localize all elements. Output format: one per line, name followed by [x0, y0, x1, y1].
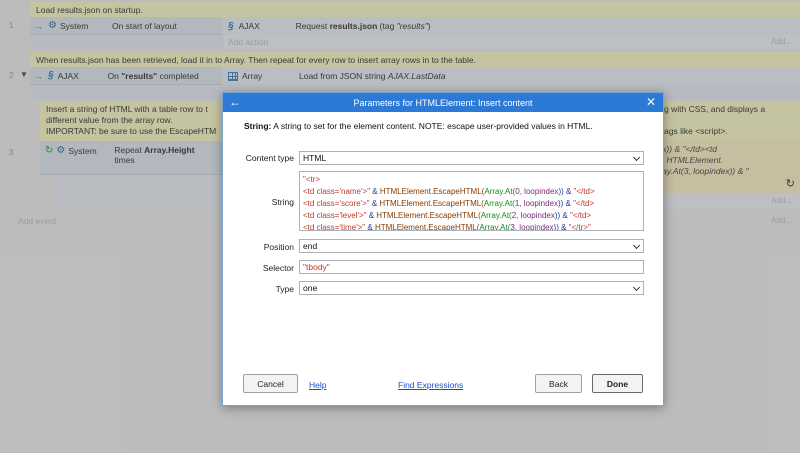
- position-value: end: [303, 241, 318, 251]
- done-button[interactable]: Done: [592, 374, 643, 393]
- position-label: Position: [263, 242, 294, 252]
- content-type-value: HTML: [303, 153, 327, 163]
- find-expressions-link[interactable]: Find Expressions: [398, 380, 463, 390]
- code-line-5: <td class='time'>" & HTMLElement.EscapeH…: [303, 223, 591, 231]
- selector-label: Selector: [262, 263, 294, 273]
- content-type-label: Content type: [245, 153, 294, 163]
- code-line-3: <td class='score'>" & HTMLElement.Escape…: [303, 199, 595, 208]
- back-arrow-icon[interactable]: ←: [229, 95, 241, 109]
- position-select[interactable]: end: [299, 239, 644, 253]
- dialog-titlebar: ← Parameters for HTMLElement: Insert con…: [223, 93, 663, 112]
- close-icon[interactable]: ✕: [646, 95, 656, 109]
- type-select[interactable]: one: [299, 281, 644, 295]
- dialog-title: Parameters for HTMLElement: Insert conte…: [353, 97, 533, 108]
- content-type-select[interactable]: HTML: [299, 151, 644, 165]
- string-expression-editor[interactable]: "<tr> <td class='name'>" & HTMLElement.Es…: [299, 171, 644, 231]
- help-link[interactable]: Help: [309, 380, 326, 390]
- string-label: String: [271, 197, 294, 207]
- description-label: String:: [244, 121, 272, 131]
- parameters-dialog: ← Parameters for HTMLElement: Insert con…: [222, 92, 664, 406]
- code-line-1: "<tr>: [303, 175, 321, 184]
- cancel-button[interactable]: Cancel: [243, 374, 298, 393]
- back-button[interactable]: Back: [535, 374, 582, 393]
- type-value: one: [303, 283, 318, 293]
- description-text: A string to set for the element content.…: [271, 121, 593, 131]
- selector-input[interactable]: "tbody": [299, 260, 644, 274]
- parameter-description: String: A string to set for the element …: [244, 121, 593, 131]
- code-line-4: <td class='level'>" & HTMLElement.Escape…: [303, 211, 592, 220]
- selector-value: "tbody": [303, 262, 330, 272]
- code-line-2: <td class='name'>" & HTMLElement.EscapeH…: [303, 187, 595, 196]
- type-label: Type: [275, 284, 294, 294]
